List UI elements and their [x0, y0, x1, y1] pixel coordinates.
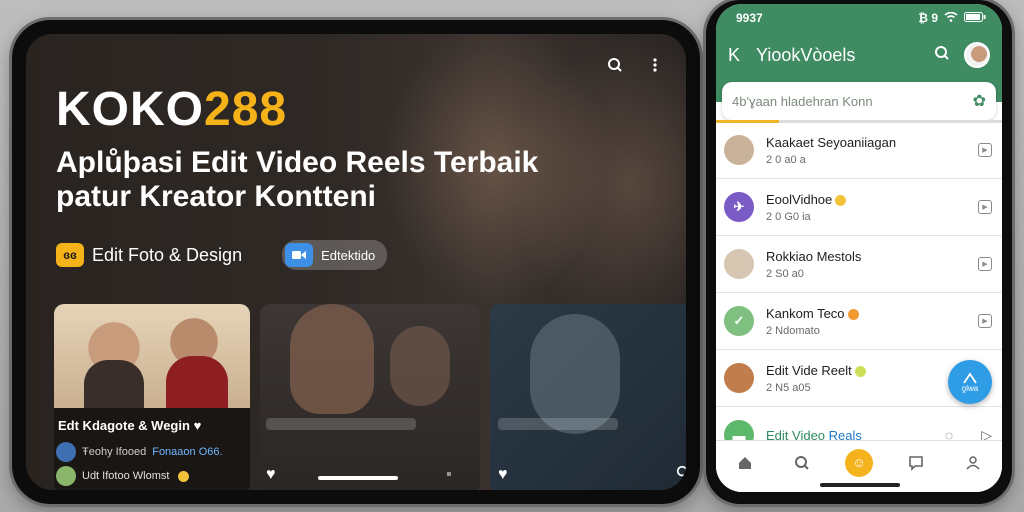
- item-subtitle: 2 S0 a0: [766, 267, 804, 280]
- status-icons: ₿ 9: [918, 11, 986, 25]
- heart-icon[interactable]: ♥: [194, 418, 202, 433]
- heart-icon[interactable]: ♥: [498, 466, 508, 484]
- play-icon[interactable]: ▶: [978, 314, 992, 328]
- meta-text: Ŧeohy Ifooed: [82, 446, 147, 458]
- search-input[interactable]: 4b'ɣaan hladehran Konn ✿: [722, 82, 996, 120]
- brand-main: KOKO: [56, 83, 204, 136]
- emoji-icon: [835, 194, 847, 206]
- leaf-icon[interactable]: ✿: [973, 91, 986, 111]
- feature-chips: ɞɞ Edit Foto & Design Edtektido: [56, 240, 388, 270]
- tablet-device: KOKO288 Aplůþasi Edit Video Reels Terbai…: [12, 20, 700, 504]
- status-time: 9937: [736, 11, 763, 25]
- avatar: [724, 135, 754, 165]
- meta-link[interactable]: Fonaaon O66.: [152, 446, 222, 458]
- status-bar: 9937 ₿ 9: [736, 11, 986, 25]
- item-title: Rokkiao Mestols: [766, 248, 862, 264]
- heart-icon[interactable]: ♥: [266, 466, 276, 484]
- search-icon[interactable]: [787, 448, 817, 478]
- signal-icon: ₿ 9: [918, 11, 938, 25]
- headline: Aplůþasi Edit Video Reels Terbaik patur …: [56, 146, 636, 214]
- list-item[interactable]: Kaakaet Seyoaniiagan 2 0 a0 a ▶: [716, 122, 1002, 179]
- fab-button[interactable]: ƍlwa: [948, 360, 992, 404]
- app-title: YiookVòoels: [756, 44, 856, 65]
- video-icon: [285, 243, 314, 267]
- item-title: EoolVidhoe: [766, 192, 978, 207]
- card-meta-row: Ŧeohy Ifooed Fonaaon O66.: [56, 442, 223, 462]
- chip-label: Edit Foto & Design: [92, 244, 243, 265]
- video-cards: Edt Kdagote & Wegin ♥ Ŧeohy Ifooed Fonaa…: [54, 304, 686, 490]
- item-subtitle: 2 0 G0 ia: [766, 210, 811, 223]
- battery-icon: [964, 11, 986, 25]
- item-title: Kaakaet Seyoaniiagan: [766, 134, 897, 150]
- list-item[interactable]: Rokkiao Mestols 2 S0 a0 ▶: [716, 236, 1002, 293]
- item-subtitle: 2 0 a0 a: [766, 153, 806, 166]
- play-icon[interactable]: ▶: [978, 200, 992, 214]
- video-list: Kaakaet Seyoaniiagan 2 0 a0 a ▶ ✈ EoolVid…: [716, 122, 1002, 464]
- fab-label: ƍlwa: [961, 383, 979, 393]
- create-icon[interactable]: ☺: [844, 448, 873, 477]
- item-title: Kankom Teco: [766, 306, 978, 321]
- phone-device: 9937 ₿ 9 K YiookVòoels 4b'ɣaan hladehran…: [706, 0, 1012, 504]
- chip-label: Edtektido: [321, 247, 376, 263]
- video-card[interactable]: ♥ ▪: [260, 304, 480, 490]
- search-icon[interactable]: [934, 45, 964, 66]
- wifi-icon: [944, 11, 958, 25]
- avatar: [724, 249, 754, 279]
- home-icon[interactable]: [730, 448, 760, 478]
- headline-line1: Aplůþasi Edit Video Reels Terbaik: [56, 146, 539, 179]
- avatar: [724, 363, 754, 393]
- chip-edit-foto[interactable]: ɞɞ Edit Foto & Design: [56, 243, 242, 267]
- video-card[interactable]: Edt Kdagote & Wegin ♥ Ŧeohy Ifooed Fonaa…: [54, 304, 250, 490]
- search-icon[interactable]: [676, 465, 686, 484]
- brand-logo: KOKO288: [56, 82, 287, 137]
- brand-accent: 288: [204, 83, 288, 136]
- list-item[interactable]: ✓ Kankom Teco 2 Ndomato ▶: [716, 293, 1002, 350]
- back-button[interactable]: K: [728, 45, 756, 66]
- home-indicator[interactable]: [318, 476, 398, 480]
- video-card[interactable]: ♥: [490, 304, 686, 490]
- blurred-caption: [266, 418, 416, 430]
- play-icon[interactable]: ▶: [978, 143, 992, 157]
- list-item[interactable]: ✈ EoolVidhoe 2 0 G0 ia ▶: [716, 179, 1002, 236]
- chat-icon[interactable]: [901, 448, 931, 478]
- phone-screen: 9937 ₿ 9 K YiookVòoels 4b'ɣaan hladehran…: [716, 4, 1002, 492]
- video-thumbnail: [54, 304, 250, 408]
- search-placeholder: 4b'ɣaan hladehran Konn: [732, 93, 873, 109]
- avatar: [56, 442, 76, 462]
- chip-badge: ɞɞ: [56, 243, 84, 267]
- avatar: [56, 466, 76, 486]
- avatar[interactable]: [964, 42, 990, 68]
- tablet-screen: KOKO288 Aplůþasi Edit Video Reels Terbai…: [26, 34, 686, 490]
- card-meta-row: Udt Ifotoo Wlomst: [56, 466, 190, 486]
- home-indicator[interactable]: [820, 483, 900, 487]
- search-icon[interactable]: [606, 56, 624, 74]
- more-vertical-icon[interactable]: [646, 56, 664, 74]
- blurred-caption: [498, 418, 618, 430]
- avatar: ✈: [724, 192, 754, 222]
- app-bar: K YiookVòoels: [728, 38, 990, 72]
- emoji-icon: [854, 365, 866, 377]
- play-icon[interactable]: ▶: [978, 257, 992, 271]
- tablet-toolbar: [606, 56, 664, 74]
- profile-icon[interactable]: [958, 448, 988, 478]
- item-subtitle: 2 Ndomato: [766, 324, 820, 337]
- chip-edit-video[interactable]: Edtektido: [282, 240, 388, 270]
- share-icon[interactable]: ▪: [446, 466, 452, 484]
- headline-line2: patur Kreator Kontteni: [56, 180, 377, 213]
- avatar: ✓: [724, 306, 754, 336]
- emoji-icon: [847, 308, 859, 320]
- card-title: Edt Kdagote & Wegin ♥: [58, 418, 202, 433]
- emoji-icon: [178, 470, 190, 482]
- meta-text: Udt Ifotoo Wlomst: [82, 470, 170, 482]
